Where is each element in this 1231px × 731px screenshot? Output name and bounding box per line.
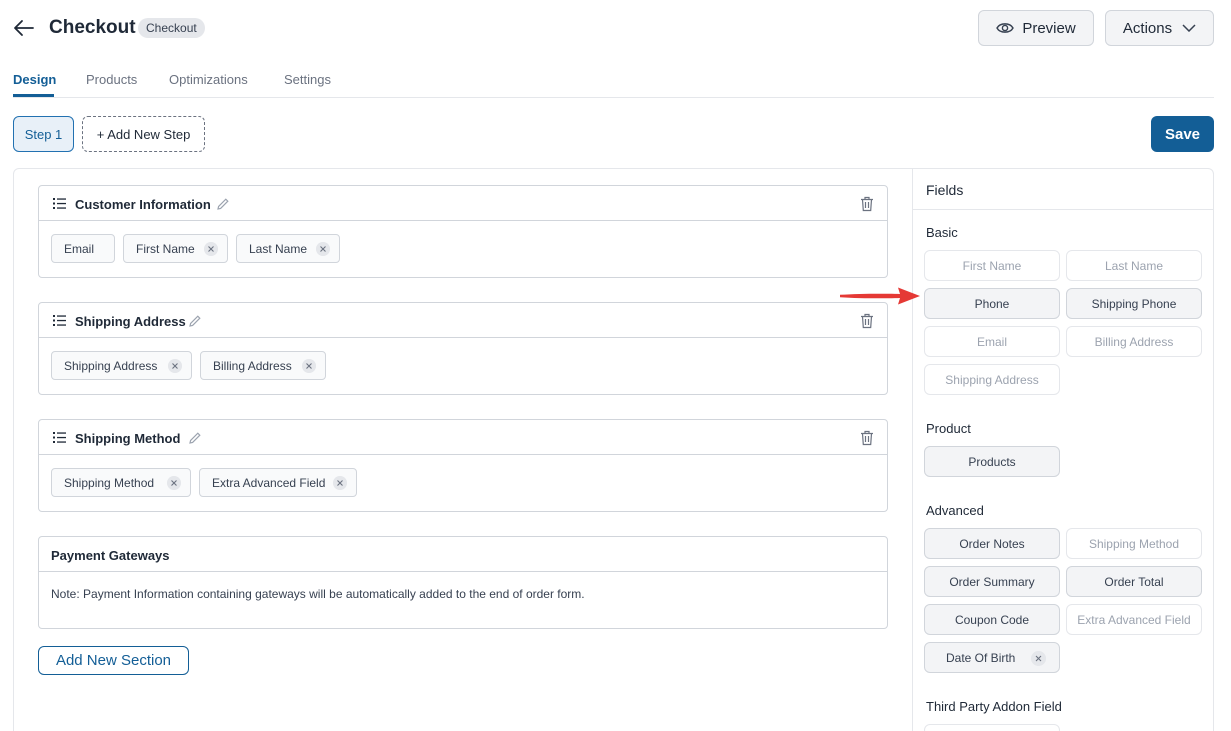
field-option-last-name: Last Name <box>1066 250 1202 281</box>
remove-field-icon[interactable] <box>1031 651 1046 666</box>
edit-pencil-icon[interactable] <box>188 314 202 328</box>
field-chip-label: Shipping Address <box>64 358 158 373</box>
field-chip-label: Billing Address <box>213 358 292 373</box>
section-fields: Shipping Address Billing Address <box>39 338 887 394</box>
page-type-badge: Checkout <box>138 18 205 38</box>
field-option-billing-address: Billing Address <box>1066 326 1202 357</box>
field-option-shipping-address: Shipping Address <box>924 364 1060 395</box>
remove-field-icon[interactable] <box>333 476 347 490</box>
field-option-email: Email <box>924 326 1060 357</box>
section-fields: Shipping Method Extra Advanced Field <box>39 455 887 511</box>
field-group-advanced-label: Advanced <box>926 503 984 518</box>
section-payment-gateways: Payment Gateways Note: Payment Informati… <box>38 536 888 629</box>
edit-pencil-icon[interactable] <box>216 197 230 211</box>
field-chip-label: Extra Advanced Field <box>212 475 326 490</box>
field-option-date-of-birth[interactable]: Date Of Birth <box>924 642 1060 673</box>
page-title: Checkout <box>49 17 136 38</box>
tab-design[interactable]: Design <box>13 72 56 87</box>
drag-handle-icon[interactable] <box>53 315 66 326</box>
trash-icon[interactable] <box>860 430 874 446</box>
tab-products[interactable]: Products <box>86 72 137 87</box>
field-option-extra-advanced-field: Extra Advanced Field <box>1066 604 1202 635</box>
field-chip[interactable]: First Name <box>123 234 228 263</box>
field-chip-label: Email <box>64 241 95 256</box>
field-option-shipping-method: Shipping Method <box>1066 528 1202 559</box>
fields-panel-divider <box>913 209 1213 210</box>
section-title: Shipping Method <box>75 431 181 446</box>
field-chip[interactable]: Billing Address <box>200 351 326 380</box>
drag-handle-icon[interactable] <box>53 432 66 443</box>
fields-panel-title: Fields <box>926 182 964 198</box>
section-title: Payment Gateways <box>51 548 170 563</box>
annotation-arrow-icon <box>840 287 920 305</box>
payment-note: Note: Payment Information containing gat… <box>51 587 585 601</box>
eye-icon <box>996 23 1015 33</box>
section-header: Shipping Address <box>39 303 887 338</box>
field-chip[interactable]: Email <box>51 234 115 263</box>
field-chip-label: Shipping Method <box>64 475 155 490</box>
add-new-section-button[interactable]: Add New Section <box>38 646 189 675</box>
field-option-first-name: First Name <box>924 250 1060 281</box>
actions-label: Actions <box>1122 19 1173 37</box>
save-button[interactable]: Save <box>1151 116 1214 152</box>
tab-optimizations[interactable]: Optimizations <box>169 72 248 87</box>
preview-button[interactable]: Preview <box>978 10 1094 46</box>
field-group-third-party-label: Third Party Addon Field <box>926 699 1062 714</box>
preview-label: Preview <box>1022 19 1076 37</box>
add-new-step-button[interactable]: + Add New Step <box>82 116 205 152</box>
actions-dropdown[interactable]: Actions <box>1105 10 1214 46</box>
field-option-phone[interactable]: Phone <box>924 288 1060 319</box>
field-option-order-notes[interactable]: Order Notes <box>924 528 1060 559</box>
field-option-partial <box>924 724 1060 731</box>
drag-handle-icon[interactable] <box>53 198 66 209</box>
trash-icon[interactable] <box>860 196 874 212</box>
section-header: Shipping Method <box>39 420 887 455</box>
field-chip[interactable]: Shipping Method <box>51 468 191 497</box>
active-tab-indicator <box>13 94 54 97</box>
chevron-down-icon <box>1182 24 1196 32</box>
remove-field-icon[interactable] <box>302 359 316 373</box>
edit-pencil-icon[interactable] <box>188 431 202 445</box>
remove-field-icon[interactable] <box>168 359 182 373</box>
section-header: Payment Gateways <box>39 537 887 572</box>
field-option-order-total[interactable]: Order Total <box>1066 566 1202 597</box>
section-title: Shipping Address <box>75 314 186 329</box>
field-group-product-label: Product <box>926 421 971 436</box>
field-option-coupon-code[interactable]: Coupon Code <box>924 604 1060 635</box>
field-group-basic-label: Basic <box>926 225 958 240</box>
field-chip-label: First Name <box>136 241 195 256</box>
remove-field-icon[interactable] <box>204 242 218 256</box>
tab-bar: Design Products Optimizations Settings <box>13 58 1214 98</box>
section-shipping-address: Shipping Address Shipping Address Billin… <box>38 302 888 395</box>
section-shipping-method: Shipping Method Shipping Method Extra Ad… <box>38 419 888 512</box>
section-title: Customer Information <box>75 197 211 212</box>
section-fields: Email First Name Last Name <box>39 221 887 277</box>
remove-field-icon[interactable] <box>316 242 330 256</box>
section-customer-information: Customer Information Email First Name La… <box>38 185 888 278</box>
field-chip[interactable]: Shipping Address <box>51 351 192 380</box>
step-1-button[interactable]: Step 1 <box>13 116 74 152</box>
field-option-order-summary[interactable]: Order Summary <box>924 566 1060 597</box>
page-header: Checkout Checkout Preview Actions <box>0 0 1231 58</box>
panel-divider <box>912 169 913 731</box>
field-option-shipping-phone[interactable]: Shipping Phone <box>1066 288 1202 319</box>
section-header: Customer Information <box>39 186 887 221</box>
trash-icon[interactable] <box>860 313 874 329</box>
field-chip[interactable]: Last Name <box>236 234 340 263</box>
field-chip-label: Last Name <box>249 241 308 256</box>
tab-settings[interactable]: Settings <box>284 72 331 87</box>
field-option-products[interactable]: Products <box>924 446 1060 477</box>
remove-field-icon[interactable] <box>167 476 181 490</box>
field-option-label: Date Of Birth <box>946 650 1016 665</box>
field-chip[interactable]: Extra Advanced Field <box>199 468 357 497</box>
back-arrow-icon[interactable] <box>12 16 36 40</box>
